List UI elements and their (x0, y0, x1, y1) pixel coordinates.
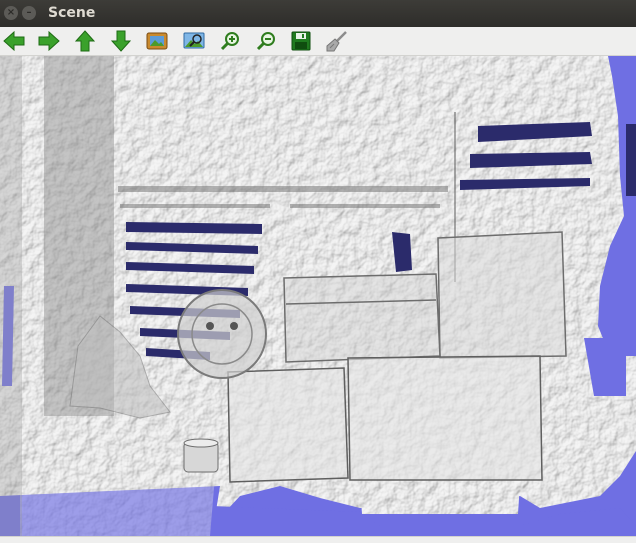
back-arrow-icon (3, 31, 25, 51)
back-button[interactable] (1, 29, 27, 53)
window-titlebar: × – Scene (0, 0, 636, 27)
minimize-window-button[interactable]: – (22, 6, 36, 20)
box-front-left (227, 367, 349, 483)
forward-button[interactable] (36, 29, 62, 53)
zoom-out-button[interactable] (253, 29, 279, 53)
3d-scene-viewport[interactable] (0, 56, 636, 536)
close-icon: × (6, 7, 16, 18)
save-button[interactable] (288, 29, 314, 53)
picture-button[interactable] (144, 29, 170, 53)
clear-brush-icon (326, 31, 347, 52)
close-window-button[interactable]: × (4, 6, 18, 20)
cup (183, 438, 219, 473)
box-back-right (437, 231, 567, 359)
lion-head-sculpture (177, 289, 267, 379)
clear-button[interactable] (324, 29, 350, 53)
window-title: Scene (48, 5, 96, 21)
shelf-gaps-right (460, 122, 592, 190)
box-middle (283, 273, 441, 363)
down-button[interactable] (108, 29, 134, 53)
picture-icon (146, 32, 168, 50)
down-arrow-icon (111, 30, 131, 52)
forward-arrow-icon (38, 31, 60, 51)
up-arrow-icon (75, 30, 95, 52)
minimize-icon: – (26, 7, 32, 18)
up-button[interactable] (72, 29, 98, 53)
zoom-to-fit-icon (183, 32, 205, 49)
mesh-render (0, 56, 636, 536)
zoom-in-button[interactable] (217, 29, 243, 53)
zoom-out-icon (256, 32, 275, 51)
zoom-in-icon (220, 32, 239, 51)
toolbar (0, 27, 636, 56)
zoom-to-fit-button[interactable] (181, 29, 207, 53)
save-icon (291, 31, 311, 51)
box-front-right (347, 355, 543, 481)
